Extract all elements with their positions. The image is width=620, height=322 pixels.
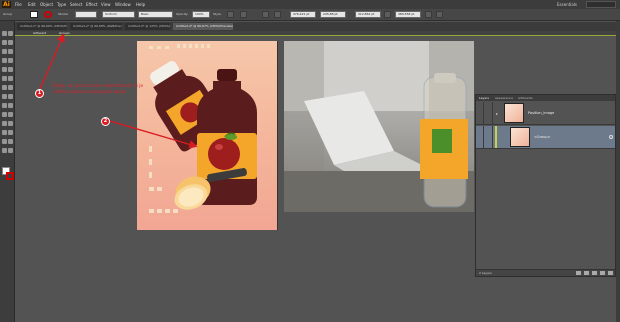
locate-object-icon[interactable] [576, 271, 581, 275]
annotation-arrow-2 [109, 120, 198, 149]
layer-name[interactable]: <Group> [534, 135, 551, 139]
layer-count: 2 Layers [479, 271, 492, 275]
layers-panel: Layers Appearance Artboards ▸ Position_I… [475, 94, 616, 277]
tab-layers[interactable]: Layers [479, 96, 489, 100]
annotation-badge-2: 2 [101, 117, 110, 126]
lock-toggle[interactable] [485, 126, 493, 148]
delete-layer-icon[interactable] [608, 271, 613, 275]
layer-color-bar [495, 126, 497, 148]
visibility-toggle[interactable] [476, 126, 484, 148]
annotation-text-1: Ďalej, ak už to chcete skontrolovať, či … [53, 84, 144, 95]
visibility-toggle[interactable] [476, 102, 484, 124]
layer-name[interactable]: Position_Image [528, 111, 554, 115]
make-clipping-mask-icon[interactable] [584, 271, 589, 275]
new-layer-icon[interactable] [600, 271, 605, 275]
annotation-badge-1: 1 [35, 89, 44, 98]
lock-toggle[interactable] [485, 102, 493, 124]
tab-appearance[interactable]: Appearance [495, 96, 513, 100]
layer-thumbnail [510, 127, 530, 147]
target-icon[interactable] [609, 135, 613, 139]
right-panel-dock [616, 21, 620, 322]
new-sublayer-icon[interactable] [592, 271, 597, 275]
tab-artboards[interactable]: Artboards [518, 96, 533, 100]
layer-row-selected[interactable]: <Group> [476, 126, 615, 149]
annotation-arrow-1 [39, 33, 65, 90]
expand-arrow-icon[interactable]: ▸ [496, 111, 498, 116]
layer-row[interactable]: ▸ Position_Image [476, 102, 615, 125]
layers-panel-footer: 2 Layers [476, 269, 615, 276]
layer-thumbnail [504, 103, 524, 123]
layers-panel-tabs: Layers Appearance Artboards [476, 95, 615, 101]
